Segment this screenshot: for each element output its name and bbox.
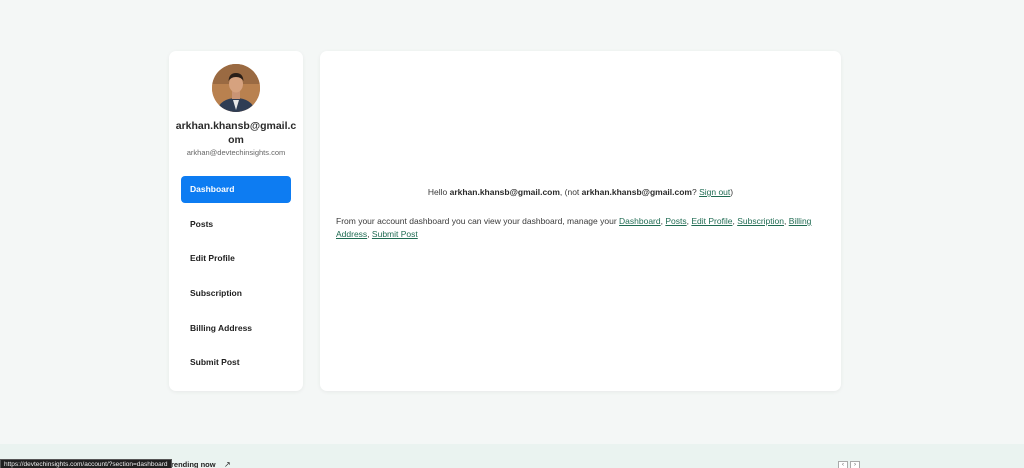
avatar-image — [212, 64, 260, 112]
browser-status-url: https://devtechinsights.com/account/?sec… — [0, 459, 172, 468]
trending-prev-button[interactable]: ‹ — [838, 461, 848, 468]
dashboard-content: Hello arkhan.khansb@gmail.com, (not arkh… — [320, 51, 841, 391]
greeting-question: ? — [691, 187, 700, 197]
greeting-close-paren: ) — [730, 187, 734, 197]
greeting-text: Hello arkhan.khansb@gmail.com, (not arkh… — [320, 187, 841, 197]
dashboard-description: From your account dashboard you can view… — [336, 216, 812, 239]
trending-label: rending now — [171, 460, 216, 468]
profile-username: arkhan.khansb@gmail.com — [175, 120, 297, 146]
description-prefix: From your account dashboard you can view… — [336, 216, 620, 226]
account-sidebar: arkhan.khansb@gmail.com arkhan@devtechin… — [169, 51, 303, 391]
greeting-user: arkhan.khansb@gmail.com — [449, 187, 560, 197]
menu-item-submit-post[interactable]: Submit Post — [181, 349, 291, 376]
menu-item-subscription[interactable]: Subscription — [181, 280, 291, 307]
menu-item-dashboard[interactable]: Dashboard — [181, 176, 291, 203]
greeting-hello: Hello — [427, 187, 450, 197]
trending-arrow-icon: ↗ — [224, 460, 231, 468]
greeting-not-user: arkhan.khansb@gmail.com — [581, 187, 692, 197]
greeting-not-prefix: , (not — [559, 187, 582, 197]
profile-email: arkhan@devtechinsights.com — [186, 148, 286, 157]
link-submit-post[interactable]: Submit Post — [372, 229, 418, 239]
link-dashboard[interactable]: Dashboard — [619, 216, 661, 226]
account-menu: Dashboard Posts Edit Profile Subscriptio… — [181, 176, 291, 384]
link-posts[interactable]: Posts — [665, 216, 686, 226]
menu-item-posts[interactable]: Posts — [181, 211, 291, 238]
menu-item-billing-address[interactable]: Billing Address — [181, 315, 291, 342]
menu-item-edit-profile[interactable]: Edit Profile — [181, 245, 291, 272]
signout-link[interactable]: Sign out — [699, 187, 730, 197]
avatar — [212, 64, 260, 112]
link-edit-profile[interactable]: Edit Profile — [691, 216, 732, 226]
trending-next-button[interactable]: › — [850, 461, 860, 468]
link-subscription[interactable]: Subscription — [737, 216, 784, 226]
